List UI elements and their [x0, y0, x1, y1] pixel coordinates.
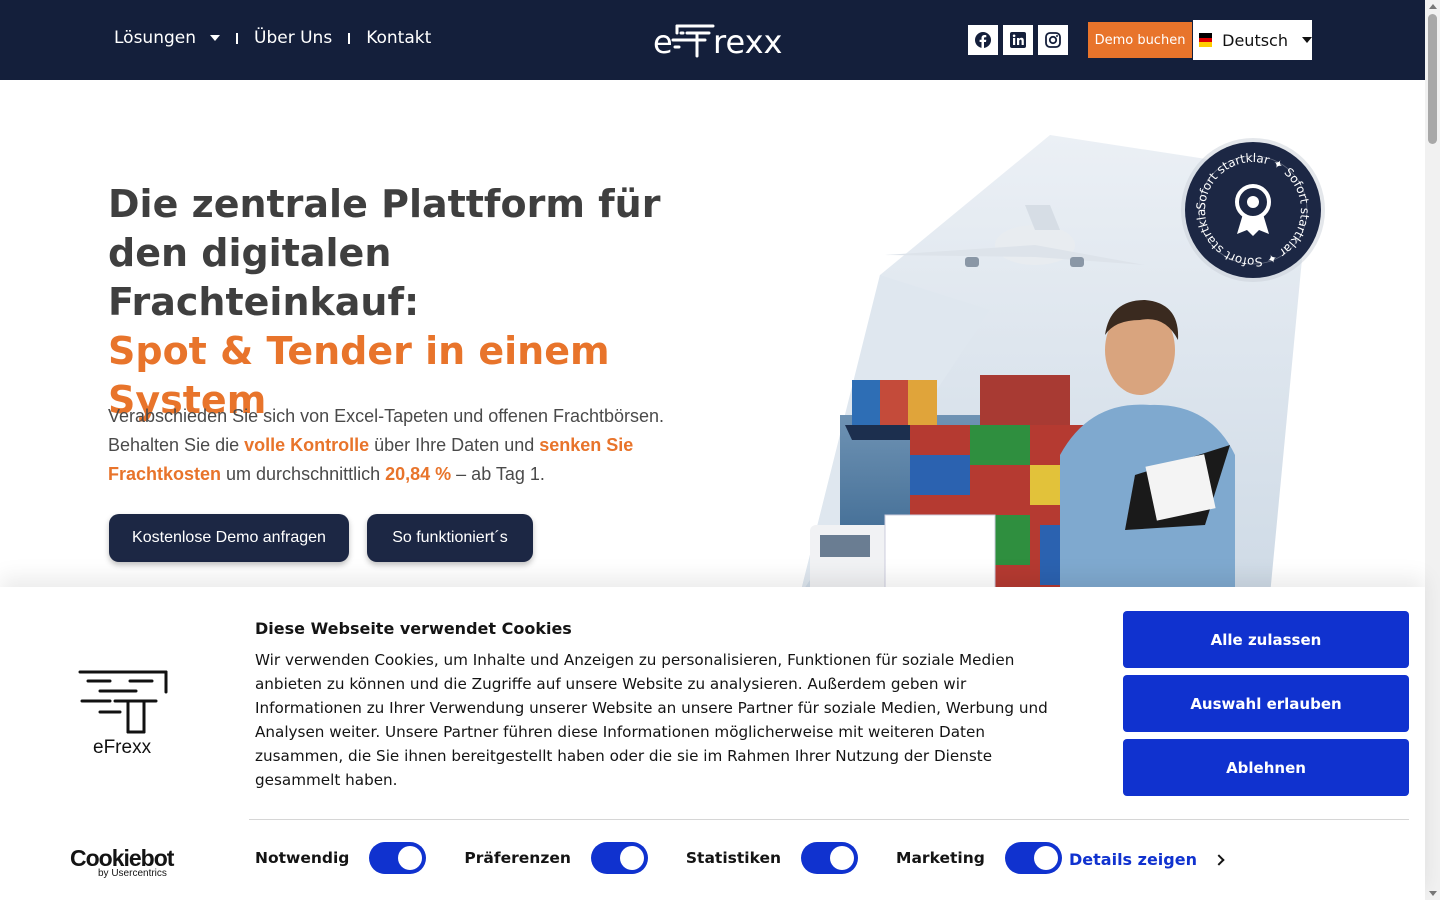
- how-it-works-button[interactable]: So funktioniert´s: [367, 514, 533, 562]
- marketing-toggle[interactable]: [1004, 842, 1062, 874]
- cookie-divider: [249, 819, 1409, 820]
- nav-item-label: Über Uns: [254, 28, 333, 48]
- allow-selection-button[interactable]: Auswahl erlauben: [1123, 675, 1409, 732]
- toggle-group-necessary: Notwendig: [255, 842, 427, 874]
- language-selector[interactable]: Deutsch: [1193, 20, 1312, 60]
- toggle-group-marketing: Marketing: [896, 842, 1062, 874]
- scroll-up-icon[interactable]: [1429, 4, 1437, 9]
- cookiebot-subtitle: by Usercentrics: [98, 868, 167, 879]
- facebook-link[interactable]: [968, 25, 998, 55]
- hero-title: Die zentrale Plattform für den digitalen…: [108, 180, 708, 425]
- necessary-toggle[interactable]: [369, 842, 427, 874]
- demo-buchen-button[interactable]: Demo buchen: [1088, 22, 1192, 58]
- nav-separator: [236, 32, 239, 44]
- show-details-link[interactable]: Details zeigen: [1069, 850, 1225, 869]
- hero-highlight: 20,84 %: [385, 464, 452, 484]
- hero-title-main: Die zentrale Plattform für den digitalen…: [108, 182, 661, 324]
- hero-description: Verabschieden Sie sich von Excel-Tapeten…: [108, 402, 688, 489]
- hero-text-part: – ab Tag 1.: [451, 464, 545, 484]
- svg-text:e: e: [653, 23, 673, 60]
- preferences-toggle[interactable]: [590, 842, 648, 874]
- social-links: [968, 25, 1068, 55]
- instagram-link[interactable]: [1038, 25, 1068, 55]
- svg-text:rexx: rexx: [713, 23, 782, 60]
- facebook-icon: [975, 32, 991, 48]
- deny-button[interactable]: Ablehnen: [1123, 739, 1409, 796]
- cookie-description: Wir verwenden Cookies, um Inhalte und An…: [255, 651, 1048, 789]
- cookie-logo-text: eFrexx: [93, 737, 152, 758]
- free-demo-button[interactable]: Kostenlose Demo anfragen: [109, 514, 349, 562]
- scroll-thumb[interactable]: [1428, 14, 1437, 144]
- hero-text-part: um durchschnittlich: [221, 464, 386, 484]
- nav-separator: [348, 32, 351, 44]
- cookie-consent-toggles: Notwendig Präferenzen Statistiken Market…: [255, 842, 1100, 874]
- statistics-toggle[interactable]: [801, 842, 859, 874]
- de-flag-icon: [1199, 33, 1213, 48]
- cookie-title: Diese Webseite verwendet Cookies: [255, 619, 572, 638]
- caret-down-icon: [1302, 37, 1312, 43]
- nav-item-label: Kontakt: [366, 28, 432, 48]
- page-scrollbar[interactable]: [1425, 0, 1440, 900]
- toggle-label: Notwendig: [255, 849, 350, 867]
- toggle-group-statistics: Statistiken: [685, 842, 859, 874]
- cookiebot-logo[interactable]: Cookiebot by Usercentrics: [70, 845, 174, 879]
- nav-item-label: Lösungen: [114, 28, 197, 48]
- nav-item-loesungen[interactable]: Lösungen: [114, 28, 221, 48]
- toggle-label: Statistiken: [685, 849, 782, 867]
- toggle-label: Präferenzen: [464, 849, 571, 867]
- allow-all-button[interactable]: Alle zulassen: [1123, 611, 1409, 668]
- hero-highlight: volle Kontrolle: [244, 435, 370, 455]
- nav-item-ueber-uns[interactable]: Über Uns: [254, 28, 332, 48]
- efrexx-logo[interactable]: e rexx: [653, 20, 798, 60]
- hero-text-part: über Ihre Daten und: [369, 435, 540, 455]
- toggle-group-preferences: Präferenzen: [464, 842, 648, 874]
- details-label: Details zeigen: [1069, 850, 1197, 869]
- linkedin-link[interactable]: [1003, 25, 1033, 55]
- toggle-label: Marketing: [896, 849, 985, 867]
- language-label: Deutsch: [1222, 30, 1288, 50]
- instagram-icon: [1045, 32, 1061, 48]
- nav-item-kontakt[interactable]: Kontakt: [366, 28, 431, 48]
- scroll-down-icon[interactable]: [1429, 891, 1437, 896]
- main-nav: Lösungen Über Uns Kontakt: [114, 28, 431, 48]
- hero-logistics-illustration: Sofort startklar ✦ Sofort startklar ✦ So…: [800, 135, 1325, 595]
- chevron-right-icon: [1213, 853, 1225, 866]
- caret-down-icon: [210, 35, 221, 41]
- site-header: Lösungen Über Uns Kontakt e rexx Demo bu…: [0, 0, 1425, 80]
- linkedin-icon: [1010, 32, 1026, 48]
- cookie-banner: eFrexx Cookiebot by Usercentrics Diese W…: [0, 587, 1425, 900]
